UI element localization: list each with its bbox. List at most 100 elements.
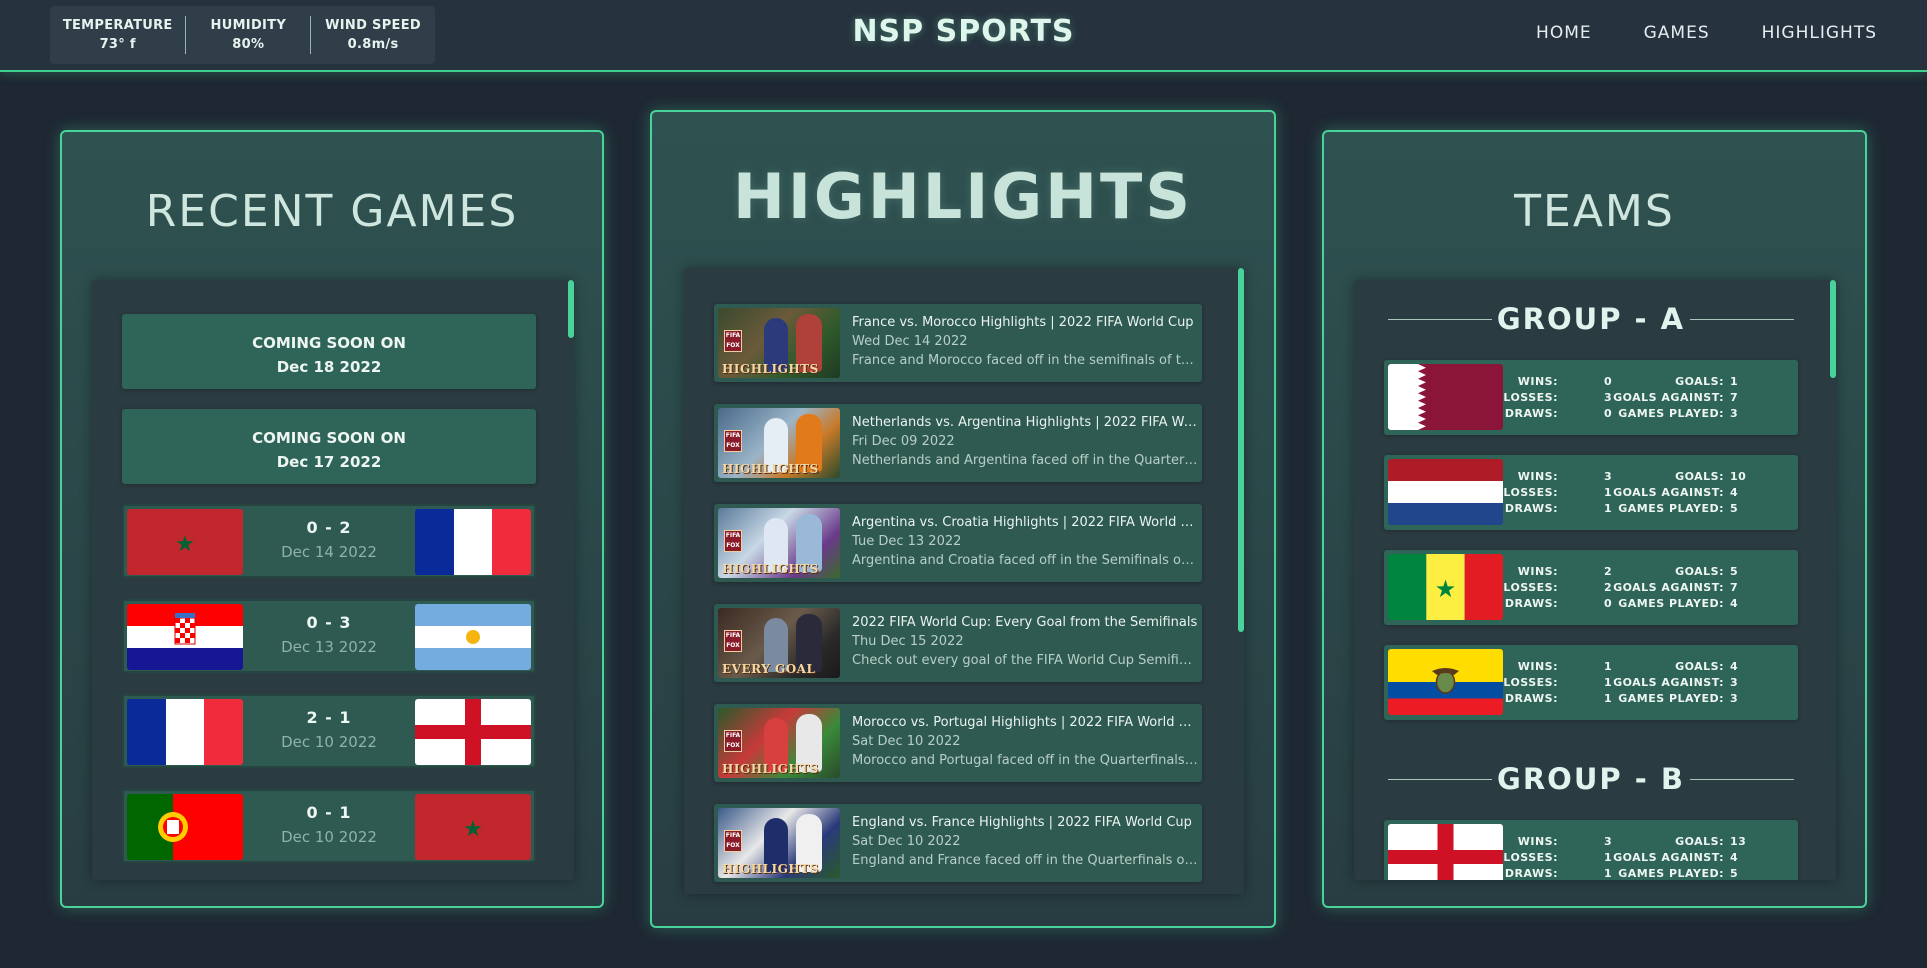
weather-value: 73° f <box>99 37 136 52</box>
highlight-item[interactable]: FIFA FOX HIGHLIGHTS France vs. Morocco Hi… <box>714 304 1202 382</box>
fifa-logo-icon: FIFA FOX <box>724 630 742 652</box>
highlight-date: Thu Dec 15 2022 <box>852 634 964 649</box>
match-score: 0 - 1 <box>306 803 352 822</box>
nav-link-games[interactable]: GAMES <box>1644 23 1710 43</box>
losses-label: LOSSES: <box>1503 581 1558 594</box>
teams-panel: TEAMS GROUP - A WINS: 0 GOALS: 1 LOSSES: 3 GO… <box>1322 130 1867 908</box>
video-thumbnail[interactable]: FIFA FOX HIGHLIGHTS <box>718 708 840 778</box>
fifa-logo-icon: FIFA FOX <box>724 430 742 452</box>
highlight-item[interactable]: FIFA FOX HIGHLIGHTS Netherlands vs. Argen… <box>714 404 1202 482</box>
ecuador-flag <box>1388 649 1503 715</box>
recent-games-list: COMING SOON ON Dec 18 2022 COMING SOON O… <box>122 314 536 880</box>
nav-link-home[interactable]: HOME <box>1536 23 1592 43</box>
highlight-description: France and Morocco faced off in the semi… <box>852 353 1198 368</box>
coming-soon-date: Dec 17 2022 <box>276 453 382 471</box>
thumbnail-caption: HIGHLIGHTS <box>722 562 819 576</box>
highlight-title[interactable]: France vs. Morocco Highlights | 2022 FIF… <box>852 313 1198 332</box>
wins-value: 2 <box>1604 565 1613 578</box>
match-card[interactable]: 0 - 3 Dec 13 2022 <box>122 599 536 673</box>
team-card[interactable]: WINS: 0 GOALS: 1 LOSSES: 3 GOALS AGAINST: 7 DR… <box>1384 360 1798 435</box>
senegal-flag: ★ <box>1388 554 1503 620</box>
games-played-value: 5 <box>1730 867 1739 880</box>
scrollbar-thumb[interactable] <box>568 280 574 338</box>
england-flag <box>1388 824 1503 880</box>
highlight-title[interactable]: Morocco vs. Portugal Highlights | 2022 F… <box>852 713 1198 732</box>
losses-label: LOSSES: <box>1503 486 1558 499</box>
video-thumbnail[interactable]: FIFA FOX HIGHLIGHTS <box>718 308 840 378</box>
video-thumbnail[interactable]: FIFA FOX EVERY GOAL <box>718 608 840 678</box>
weather-widget: TEMPERATURE 73° f HUMIDITY 80% WIND SPEE… <box>50 6 435 64</box>
goals-against-value: 4 <box>1730 486 1739 499</box>
highlight-title[interactable]: Netherlands vs. Argentina Highlights | 2… <box>852 413 1198 432</box>
highlight-item[interactable]: FIFA FOX HIGHLIGHTS Argentina vs. Croatia… <box>714 504 1202 582</box>
highlight-title[interactable]: England vs. France Highlights | 2022 FIF… <box>852 813 1198 832</box>
highlight-item[interactable]: FIFA FOX HIGHLIGHTS England vs. France Hi… <box>714 804 1202 882</box>
team-card[interactable]: WINS: 3 GOALS: 13 LOSSES: 1 GOALS AGAINST: 4 D… <box>1384 820 1798 880</box>
video-thumbnail[interactable]: FIFA FOX HIGHLIGHTS <box>718 408 840 478</box>
portugal-flag <box>127 794 243 860</box>
match-card[interactable]: 0 - 1 Dec 10 2022 ★ <box>122 789 536 863</box>
scrollbar-thumb[interactable] <box>1238 268 1244 632</box>
losses-value: 1 <box>1604 851 1613 864</box>
video-thumbnail[interactable]: FIFA FOX HIGHLIGHTS <box>718 808 840 878</box>
highlight-date: Sat Dec 10 2022 <box>852 734 961 749</box>
team-stats: WINS: 3 GOALS: 10 LOSSES: 1 GOALS AGAINST: 4 D… <box>1503 469 1768 517</box>
highlight-item[interactable]: FIFA FOX EVERY GOAL 2022 FIFA World Cup: … <box>714 604 1202 682</box>
argentina-flag <box>415 604 531 670</box>
highlights-list-container[interactable]: FIFA FOX HIGHLIGHTS France vs. Morocco Hi… <box>684 268 1244 894</box>
match-info: 0 - 3 Dec 13 2022 <box>242 613 416 656</box>
highlight-item[interactable]: FIFA FOX HIGHLIGHTS Morocco vs. Portugal … <box>714 704 1202 782</box>
team-card[interactable]: ★ WINS: 2 GOALS: 5 LOSSES: 2 GOALS AGAINST: 7 … <box>1384 550 1798 625</box>
highlight-description: Netherlands and Argentina faced off in t… <box>852 453 1198 468</box>
draws-value: 1 <box>1604 692 1613 705</box>
losses-label: LOSSES: <box>1503 851 1558 864</box>
draws-value: 1 <box>1604 502 1613 515</box>
team-stats: WINS: 3 GOALS: 13 LOSSES: 1 GOALS AGAINST: 4 D… <box>1503 834 1768 880</box>
match-info: 0 - 1 Dec 10 2022 <box>242 803 416 846</box>
match-card[interactable]: 2 - 1 Dec 10 2022 <box>122 694 536 768</box>
wins-label: WINS: <box>1517 835 1558 848</box>
team-stats: WINS: 0 GOALS: 1 LOSSES: 3 GOALS AGAINST: 7 DR… <box>1503 374 1768 422</box>
match-card[interactable]: ★ 0 - 2 Dec 14 2022 <box>122 504 536 578</box>
france-flag <box>127 699 243 765</box>
video-thumbnail[interactable]: FIFA FOX HIGHLIGHTS <box>718 508 840 578</box>
wins-label: WINS: <box>1517 470 1558 483</box>
games-played-label: GAMES PLAYED: <box>1618 692 1724 705</box>
losses-value: 3 <box>1604 391 1613 404</box>
nav-link-highlights[interactable]: HIGHLIGHTS <box>1762 23 1877 43</box>
team-card[interactable]: WINS: 3 GOALS: 10 LOSSES: 1 GOALS AGAINST: 4 D… <box>1384 455 1798 530</box>
games-played-label: GAMES PLAYED: <box>1618 867 1724 880</box>
morocco-flag: ★ <box>415 794 531 860</box>
france-flag <box>415 509 531 575</box>
team-card[interactable]: WINS: 1 GOALS: 4 LOSSES: 1 GOALS AGAINST: 3 DR… <box>1384 645 1798 720</box>
highlight-title[interactable]: 2022 FIFA World Cup: Every Goal from the… <box>852 613 1198 632</box>
highlight-text: England vs. France Highlights | 2022 FIF… <box>852 813 1198 870</box>
scrollbar-thumb[interactable] <box>1830 280 1836 378</box>
highlight-description: Morocco and Portugal faced off in the Qu… <box>852 753 1198 768</box>
thumbnail-caption: HIGHLIGHTS <box>722 362 819 376</box>
draws-value: 0 <box>1604 407 1613 420</box>
goals-against-label: GOALS AGAINST: <box>1613 851 1724 864</box>
team-stats: WINS: 1 GOALS: 4 LOSSES: 1 GOALS AGAINST: 3 DR… <box>1503 659 1768 707</box>
coming-soon-card[interactable]: COMING SOON ON Dec 18 2022 <box>122 314 536 389</box>
wins-label: WINS: <box>1517 565 1558 578</box>
goals-against-value: 7 <box>1730 391 1739 404</box>
goals-label: GOALS: <box>1675 565 1724 578</box>
highlight-title[interactable]: Argentina vs. Croatia Highlights | 2022 … <box>852 513 1198 532</box>
highlights-title: HIGHLIGHTS <box>732 160 1194 233</box>
recent-games-list-container[interactable]: COMING SOON ON Dec 18 2022 COMING SOON O… <box>92 280 574 880</box>
highlight-date: Wed Dec 14 2022 <box>852 334 968 349</box>
goals-value: 13 <box>1730 835 1747 848</box>
weather-temperature: TEMPERATURE 73° f <box>50 16 185 54</box>
recent-games-title: RECENT GAMES <box>145 186 519 237</box>
highlights-list: FIFA FOX HIGHLIGHTS France vs. Morocco Hi… <box>714 304 1202 894</box>
fifa-logo-icon: FIFA FOX <box>724 830 742 852</box>
weather-label: HUMIDITY <box>210 18 287 33</box>
games-played-value: 3 <box>1730 692 1739 705</box>
coming-soon-card[interactable]: COMING SOON ON Dec 17 2022 <box>122 409 536 484</box>
wins-value: 0 <box>1604 375 1613 388</box>
goals-against-value: 3 <box>1730 676 1739 689</box>
weather-humidity: HUMIDITY 80% <box>186 16 310 54</box>
teams-list-container[interactable]: GROUP - A WINS: 0 GOALS: 1 LOSSES: 3 GOALS AG… <box>1354 280 1836 880</box>
games-played-label: GAMES PLAYED: <box>1618 597 1724 610</box>
